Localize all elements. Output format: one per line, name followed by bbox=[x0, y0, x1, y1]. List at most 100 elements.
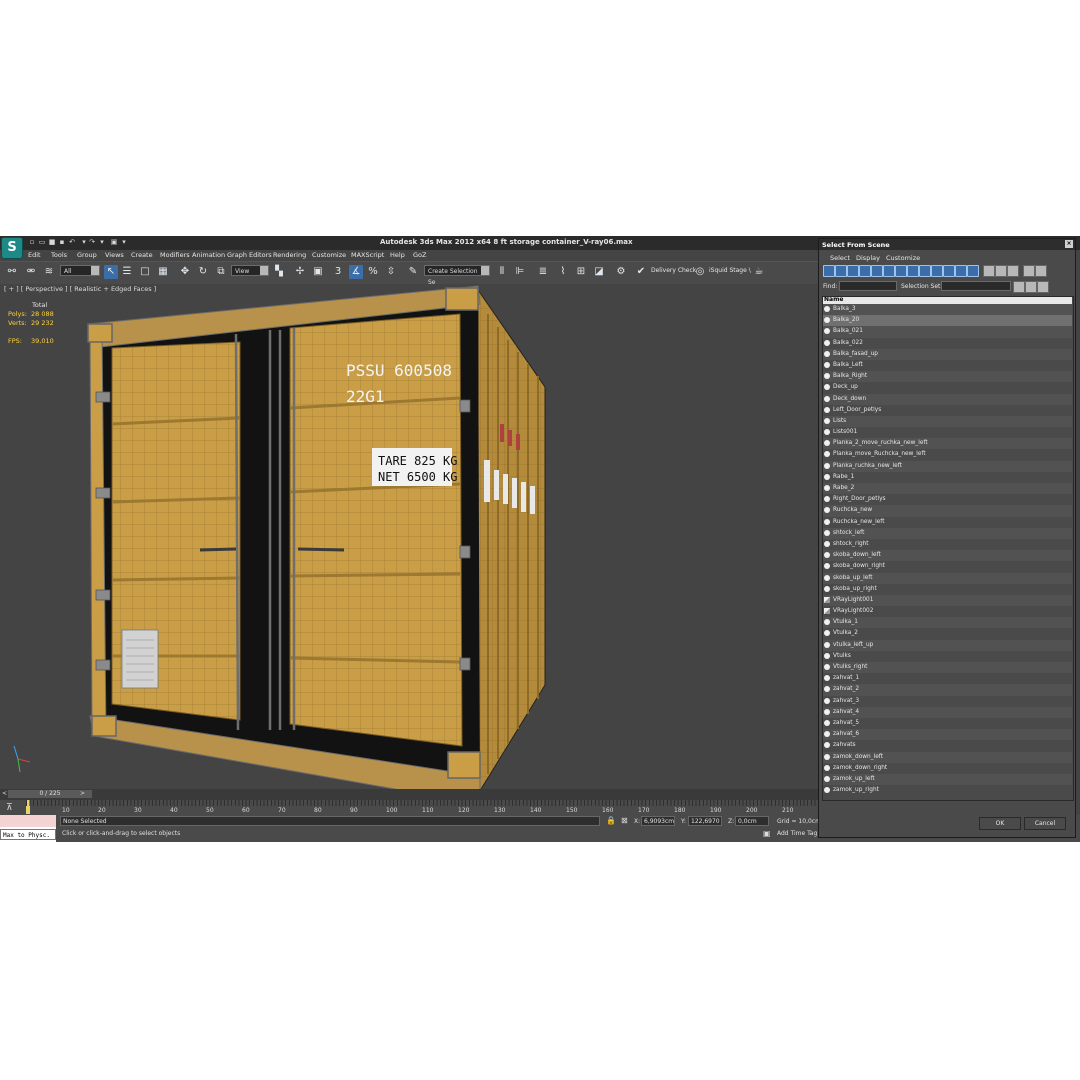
list-item[interactable]: skoba_down_left bbox=[822, 550, 1072, 562]
list-item[interactable]: zamok_down_right bbox=[822, 763, 1072, 774]
edit-named-selection-icon[interactable]: ✎ bbox=[406, 265, 420, 279]
bind-to-space-warp-icon[interactable]: ≋ bbox=[42, 265, 56, 279]
container-model[interactable]: PSSU 600508 22G1 TARE 825 KG NET 6500 KG bbox=[0, 284, 818, 789]
list-item[interactable]: Balka_3 bbox=[822, 304, 1072, 316]
list-item[interactable]: zamok_down_left bbox=[822, 751, 1072, 763]
list-item[interactable]: Balka_021 bbox=[822, 326, 1072, 338]
pivot-center-icon[interactable]: ▚ bbox=[272, 265, 286, 279]
list-item[interactable]: zahvat_6 bbox=[822, 729, 1072, 741]
display-space-warps-icon[interactable] bbox=[883, 265, 895, 277]
filter-icon[interactable] bbox=[1023, 265, 1035, 277]
new-file-icon[interactable]: ▫ bbox=[28, 238, 36, 246]
delivery-check-icon[interactable]: ✔ bbox=[634, 265, 648, 279]
dialog-menu-customize[interactable]: Customize bbox=[886, 254, 920, 262]
display-containers-icon[interactable] bbox=[931, 265, 943, 277]
menu-views[interactable]: Views bbox=[105, 251, 124, 259]
sort-icon[interactable] bbox=[1035, 265, 1047, 277]
maxscript-mini-listener[interactable]: Max to Physc. bbox=[0, 815, 56, 842]
percent-snap-toggle[interactable]: % bbox=[366, 265, 380, 279]
list-item[interactable]: Balka_20 bbox=[822, 315, 1072, 327]
schematic-view-icon[interactable]: ⊞ bbox=[574, 265, 588, 279]
selection-set-dropdown[interactable] bbox=[941, 281, 1011, 291]
teapot-render-icon[interactable]: ☕ bbox=[752, 265, 766, 279]
list-item[interactable]: zahvat_2 bbox=[822, 684, 1072, 696]
display-shapes-icon[interactable] bbox=[835, 265, 847, 277]
list-item[interactable]: skoba_down_right bbox=[822, 561, 1072, 572]
quick-access-dropdown-icon[interactable]: ▾ bbox=[120, 238, 128, 246]
undo-icon[interactable]: ↶ bbox=[68, 238, 76, 246]
display-bones-icon[interactable] bbox=[919, 265, 931, 277]
list-item[interactable]: Deck_up bbox=[822, 382, 1072, 393]
menu-help[interactable]: Help bbox=[390, 251, 405, 259]
snaps-toggle[interactable]: 3 bbox=[331, 265, 345, 279]
mirror-icon[interactable]: ⫴ bbox=[495, 265, 509, 279]
x-coordinate-field[interactable]: 6,9093cm bbox=[641, 816, 675, 826]
keyboard-shortcut-override-icon[interactable]: ▣ bbox=[311, 265, 325, 279]
redo-icon[interactable]: ↷ bbox=[88, 238, 96, 246]
display-hidden-icon[interactable] bbox=[955, 265, 967, 277]
cancel-button[interactable]: Cancel bbox=[1024, 817, 1066, 830]
list-item[interactable]: Planka_2_move_ruchka_new_left bbox=[822, 438, 1072, 450]
spinner-snap-icon[interactable]: ⇳ bbox=[384, 265, 398, 279]
redo-dropdown-icon[interactable]: ▾ bbox=[98, 238, 106, 246]
list-item[interactable]: Lists bbox=[822, 415, 1072, 428]
selection-set-remove-icon[interactable] bbox=[1025, 281, 1037, 293]
render-setup-icon[interactable]: ⚙ bbox=[614, 265, 628, 279]
list-item[interactable]: zamok_up_left bbox=[822, 773, 1072, 786]
list-item[interactable]: VRayLight001 bbox=[822, 594, 1072, 607]
select-object-icon[interactable]: ↖ bbox=[104, 265, 118, 279]
menu-customize[interactable]: Customize bbox=[312, 251, 346, 259]
menu-maxscript[interactable]: MAXScript bbox=[351, 251, 384, 259]
list-item[interactable]: Ruchcka_new_left bbox=[822, 517, 1072, 528]
list-item[interactable]: Vtulka_2 bbox=[822, 628, 1072, 639]
list-item[interactable]: Left_Door_petlys bbox=[822, 405, 1072, 416]
list-item[interactable]: Planka_move_Ruchcka_new_left bbox=[822, 449, 1072, 460]
list-item[interactable]: Deck_down bbox=[822, 393, 1072, 405]
stage-icon[interactable]: ◎ bbox=[693, 265, 707, 279]
scene-object-list[interactable]: Balka_3 Balka_20 Balka_021 Balka_022 Balka_f… bbox=[822, 304, 1072, 800]
rect-selection-region-icon[interactable]: □ bbox=[138, 265, 152, 279]
angle-snap-icon[interactable]: ∡ bbox=[349, 265, 363, 279]
find-input[interactable] bbox=[839, 281, 897, 291]
menu-rendering[interactable]: Rendering bbox=[273, 251, 306, 259]
list-item[interactable]: Rabe_1 bbox=[822, 472, 1072, 483]
maxscript-input-line[interactable]: Max to Physc. bbox=[0, 829, 56, 840]
list-item[interactable]: zahvat_4 bbox=[822, 706, 1072, 718]
list-item[interactable]: Vtulks bbox=[822, 651, 1072, 662]
list-item[interactable]: zahvats bbox=[822, 740, 1072, 751]
dialog-close-icon[interactable]: × bbox=[1065, 240, 1073, 248]
list-item[interactable]: skoba_up_left bbox=[822, 572, 1072, 584]
menu-animation[interactable]: Animation bbox=[192, 251, 225, 259]
list-item[interactable]: shtock_left bbox=[822, 527, 1072, 539]
display-xrefs-icon[interactable] bbox=[907, 265, 919, 277]
ok-button[interactable]: OK bbox=[979, 817, 1021, 830]
list-item[interactable]: Vtulka_1 bbox=[822, 617, 1072, 629]
select-by-name-icon[interactable]: ☰ bbox=[120, 265, 134, 279]
display-groups-icon[interactable] bbox=[895, 265, 907, 277]
display-geometry-icon[interactable] bbox=[823, 265, 835, 277]
select-none-icon[interactable] bbox=[995, 265, 1007, 277]
list-item[interactable]: Right_Door_petlys bbox=[822, 494, 1072, 505]
reference-coordinate-dropdown[interactable]: View bbox=[231, 265, 269, 276]
delivery-check-label[interactable]: Delivery Check bbox=[651, 267, 696, 274]
list-item[interactable]: Lists001 bbox=[822, 427, 1072, 438]
select-and-rotate-icon[interactable]: ↻ bbox=[196, 265, 210, 279]
y-coordinate-field[interactable]: 122,6970 bbox=[688, 816, 722, 826]
lock-selection-icon[interactable]: 🔒 bbox=[606, 816, 616, 825]
list-item[interactable]: Balka_Left bbox=[822, 360, 1072, 371]
app-logo-icon[interactable]: S bbox=[1, 237, 23, 259]
named-selection-dropdown[interactable]: Create Selection Se bbox=[424, 265, 490, 286]
open-file-icon[interactable]: ▭ bbox=[38, 238, 46, 246]
maxscript-output-line[interactable] bbox=[0, 815, 56, 827]
list-item[interactable]: zahvat_5 bbox=[822, 718, 1072, 729]
list-item[interactable]: Vtulks_right bbox=[822, 662, 1072, 674]
save-file-icon[interactable]: ■ bbox=[48, 238, 56, 246]
menu-edit[interactable]: Edit bbox=[28, 251, 41, 259]
list-item[interactable]: skoba_up_right bbox=[822, 584, 1072, 595]
track-bar[interactable]: ⊼ 10 20 30 40 50 60 70 80 90 100 110 120… bbox=[0, 800, 818, 815]
project-folder-icon[interactable]: ▣ bbox=[110, 238, 118, 246]
select-invert-icon[interactable] bbox=[1007, 265, 1019, 277]
align-icon[interactable]: ⊫ bbox=[513, 265, 527, 279]
selection-set-add-icon[interactable] bbox=[1013, 281, 1025, 293]
menu-modifiers[interactable]: Modifiers bbox=[160, 251, 190, 259]
